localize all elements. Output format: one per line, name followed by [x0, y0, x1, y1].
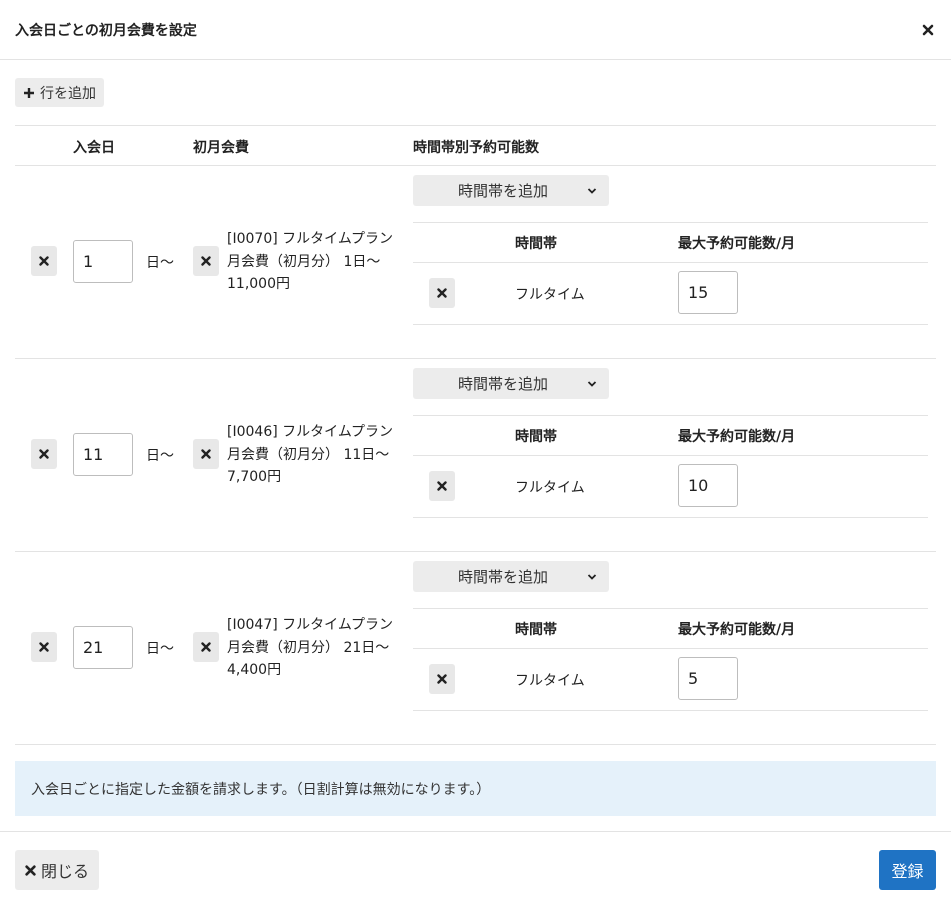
max-reservations-input[interactable]: [678, 271, 738, 314]
max-reservations-input[interactable]: [678, 657, 738, 700]
slot-table: 時間帯 最大予約可能数/月 フルタイム: [413, 222, 928, 325]
day-suffix: 日〜: [146, 448, 174, 464]
day-suffix: 日〜: [146, 641, 174, 657]
submit-button[interactable]: 登録: [879, 850, 936, 890]
slot-table-header: 時間帯 最大予約可能数/月: [413, 416, 928, 456]
header-max: 最大予約可能数/月: [678, 622, 796, 638]
fee-description: [I0047] フルタイムプラン 月会費（初月分） 21日〜 4,400円: [227, 614, 407, 682]
add-row-button[interactable]: 行を追加: [15, 78, 104, 107]
first-month-fee-dialog: 入会日ごとの初月会費を設定 行を追加 入会日 初月会費 時間帯別予約可能数 日〜: [0, 0, 951, 903]
slot-row: フルタイム: [413, 456, 928, 518]
delete-slot-button[interactable]: [429, 278, 455, 308]
fee-description: [I0046] フルタイムプラン 月会費（初月分） 11日〜 7,700円: [227, 421, 407, 489]
delete-row-button[interactable]: [31, 439, 57, 469]
slot-name: フルタイム: [515, 673, 585, 689]
close-button[interactable]: 閉じる: [15, 850, 100, 890]
dialog-title: 入会日ごとの初月会費を設定: [15, 22, 197, 39]
slot-row: フルタイム: [413, 649, 928, 711]
close-icon: [39, 256, 49, 266]
fee-line: 7,700円: [227, 469, 282, 485]
dialog-body: 行を追加 入会日 初月会費 時間帯別予約可能数 日〜 [I0070] フルタイム…: [0, 60, 951, 816]
header-slot: 時間帯: [515, 622, 557, 638]
add-slot-label: 時間帯を追加: [458, 568, 549, 586]
fee-line: 月会費（初月分） 11日〜: [227, 446, 390, 463]
close-icon: [437, 481, 447, 491]
fee-row: 日〜 [I0047] フルタイムプラン 月会費（初月分） 21日〜 4,400円…: [15, 552, 936, 745]
slot-name: フルタイム: [515, 287, 585, 303]
fee-table: 入会日 初月会費 時間帯別予約可能数 日〜 [I0070] フルタイムプラン 月…: [15, 125, 936, 745]
join-day-input[interactable]: [73, 626, 133, 669]
add-slot-label: 時間帯を追加: [458, 182, 549, 200]
add-slot-select[interactable]: 時間帯を追加: [413, 175, 609, 206]
close-icon: [201, 449, 211, 459]
header-max: 最大予約可能数/月: [678, 429, 796, 445]
fee-row: 日〜 [I0070] フルタイムプラン 月会費（初月分） 1日〜 11,000円…: [15, 166, 936, 359]
delete-fee-button[interactable]: [193, 246, 219, 276]
delete-row-button[interactable]: [31, 632, 57, 662]
close-icon: [39, 642, 49, 652]
fee-line: [I0047] フルタイムプラン: [227, 617, 394, 633]
header-max: 最大予約可能数/月: [678, 236, 796, 252]
add-slot-select[interactable]: 時間帯を追加: [413, 561, 609, 592]
close-icon: [201, 256, 211, 266]
add-slot-select[interactable]: 時間帯を追加: [413, 368, 609, 399]
chevron-down-icon: [587, 380, 597, 387]
fee-line: 月会費（初月分） 1日〜: [227, 253, 381, 270]
max-reservations-input[interactable]: [678, 464, 738, 507]
chevron-down-icon: [587, 573, 597, 580]
close-label: 閉じる: [41, 862, 90, 881]
plus-icon: [24, 87, 34, 98]
slot-table-header: 時間帯 最大予約可能数/月: [413, 223, 928, 263]
dialog-close-button[interactable]: [918, 20, 938, 40]
chevron-down-icon: [587, 187, 597, 194]
fee-description: [I0070] フルタイムプラン 月会費（初月分） 1日〜 11,000円: [227, 228, 407, 296]
info-message: 入会日ごとに指定した金額を請求します。（日割計算は無効になります。）: [15, 761, 936, 816]
add-slot-label: 時間帯を追加: [458, 375, 549, 393]
fee-line: 月会費（初月分） 21日〜: [227, 639, 390, 656]
slot-name: フルタイム: [515, 480, 585, 496]
close-icon: [922, 24, 934, 35]
fee-row: 日〜 [I0046] フルタイムプラン 月会費（初月分） 11日〜 7,700円…: [15, 359, 936, 552]
close-icon: [437, 674, 447, 684]
header-slot: 時間帯: [515, 236, 557, 252]
delete-slot-button[interactable]: [429, 471, 455, 501]
slot-table-header: 時間帯 最大予約可能数/月: [413, 609, 928, 649]
fee-line: [I0070] フルタイムプラン: [227, 231, 394, 247]
slot-table: 時間帯 最大予約可能数/月 フルタイム: [413, 415, 928, 518]
close-icon: [201, 642, 211, 652]
close-icon: [25, 864, 36, 876]
join-day-input[interactable]: [73, 240, 133, 283]
dialog-header: 入会日ごとの初月会費を設定: [0, 0, 951, 60]
header-join-day: 入会日: [73, 140, 115, 156]
close-icon: [437, 288, 447, 298]
delete-fee-button[interactable]: [193, 632, 219, 662]
delete-row-button[interactable]: [31, 246, 57, 276]
add-row-label: 行を追加: [40, 85, 96, 102]
fee-line: 11,000円: [227, 276, 290, 292]
delete-slot-button[interactable]: [429, 664, 455, 694]
day-suffix: 日〜: [146, 255, 174, 271]
slot-row: フルタイム: [413, 263, 928, 325]
join-day-input[interactable]: [73, 433, 133, 476]
delete-fee-button[interactable]: [193, 439, 219, 469]
close-icon: [39, 449, 49, 459]
fee-table-header: 入会日 初月会費 時間帯別予約可能数: [15, 126, 936, 166]
header-first-fee: 初月会費: [193, 140, 249, 156]
header-slots: 時間帯別予約可能数: [413, 140, 539, 156]
fee-line: 4,400円: [227, 662, 282, 678]
header-slot: 時間帯: [515, 429, 557, 445]
fee-line: [I0046] フルタイムプラン: [227, 424, 394, 440]
dialog-footer: 閉じる 登録: [0, 831, 951, 903]
slot-table: 時間帯 最大予約可能数/月 フルタイム: [413, 608, 928, 711]
